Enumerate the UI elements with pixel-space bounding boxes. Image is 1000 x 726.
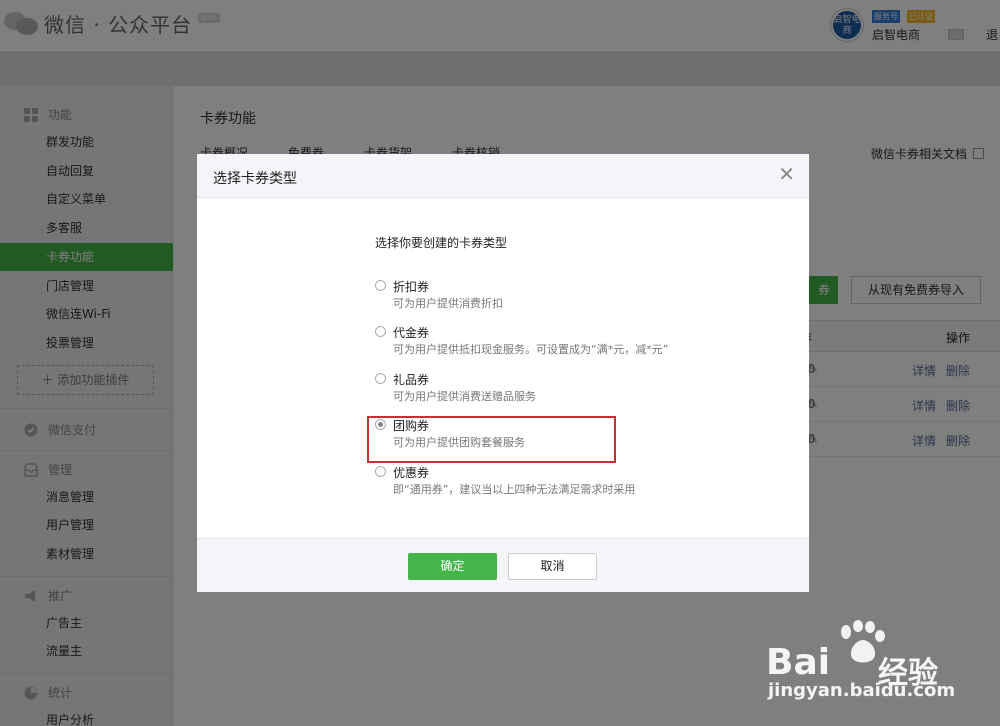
radio-button[interactable] [375,326,386,337]
watermark-brand: Bai [766,642,831,683]
radio-button[interactable] [375,373,386,384]
confirm-button[interactable]: 确定 [408,553,497,580]
radio-button[interactable] [375,280,386,291]
watermark-url: jingyan.baidu.com [768,680,956,701]
dialog-title: 选择卡券类型 [213,171,297,187]
dialog-header: 选择卡券类型 ✕ [197,154,809,198]
radio-button[interactable] [375,466,386,477]
cancel-button[interactable]: 取消 [508,553,597,580]
option-name: 优惠券 [393,466,430,480]
baidu-jingyan-watermark: Bai 经验 jingyan.baidu.com [766,620,966,710]
option-name: 折扣券 [393,280,430,294]
close-icon[interactable]: ✕ [778,164,795,184]
dialog-footer: 确定 取消 [197,538,809,592]
option-desc: 可为用户提供消费送赠品服务 [393,390,536,403]
option-name: 代金券 [393,326,430,340]
option-name: 礼品券 [393,373,430,387]
card-type-dialog: 选择卡券类型 ✕ 选择你要创建的卡券类型 折扣券 可为用户提供消费折扣 代金券 … [197,154,809,592]
option-desc: 可为用户提供抵扣现金服务。可设置成为“满*元，减*元” [393,343,669,356]
dialog-prompt: 选择你要创建的卡券类型 [375,236,508,250]
option-desc: 可为用户提供消费折扣 [393,297,503,310]
option-desc: 即“通用券”，建议当以上四种无法满足需求时采用 [393,483,636,496]
highlight-box [367,416,616,463]
